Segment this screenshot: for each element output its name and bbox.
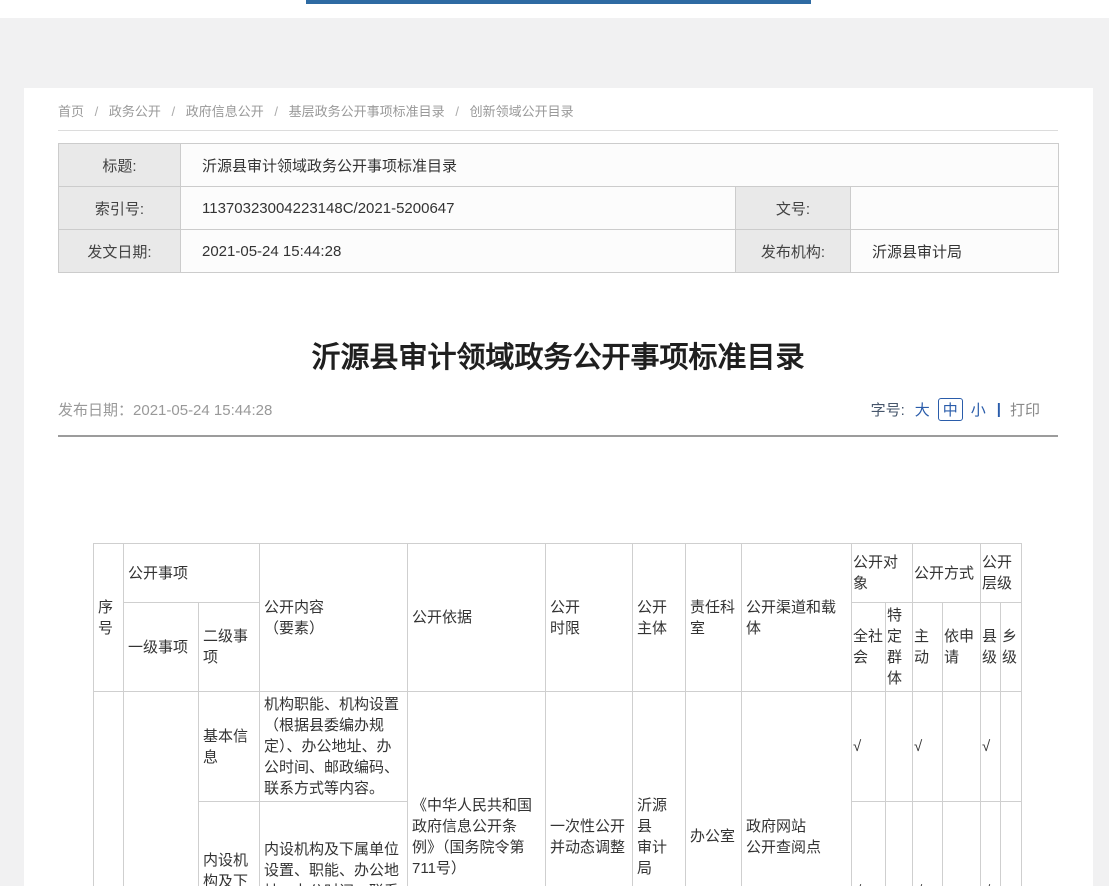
- doc-title-label: 标题:: [59, 144, 181, 187]
- page-title: 沂源县审计领域政务公开事项标准目录: [58, 340, 1058, 376]
- font-size-large-button[interactable]: 大: [915, 399, 930, 420]
- document-info-table: 标题: 沂源县审计领域政务公开事项标准目录 索引号: 1137032300422…: [58, 143, 1059, 273]
- check-cell-specific: [886, 692, 913, 802]
- check-cell-all: √: [852, 692, 886, 802]
- doc-index-value: 11370323004223148C/2021-5200647: [181, 187, 736, 230]
- cell-basis: 《中华人民共和国 政府信息公开条 例》（国务院令第 711号）: [408, 692, 546, 886]
- breadcrumb: 首页 / 政务公开 / 政府信息公开 / 基层政务公开事项标准目录 / 创新领域…: [58, 101, 1058, 120]
- doc-number-value: [851, 187, 1059, 230]
- check-cell-active: √: [913, 802, 943, 886]
- title-divider: [58, 435, 1058, 437]
- breadcrumb-separator: /: [274, 104, 278, 119]
- breadcrumb-zhengwugongkai[interactable]: 政务公开: [109, 104, 161, 119]
- font-size-label: 字号:: [871, 399, 905, 420]
- header-row-1: 序号 公开事项 公开内容 （要素） 公开依据 公开 时限 公开 主体 责任科室 …: [94, 544, 1022, 603]
- doc-info-row-index: 索引号: 11370323004223148C/2021-5200647 文号:: [59, 187, 1059, 230]
- cell-matter-l2: 基本信息: [199, 692, 260, 802]
- publish-date: 发布日期：2021-05-24 15:44:28: [58, 399, 272, 420]
- th-level: 公开层级: [981, 544, 1022, 603]
- th-target-specific: 特定群体: [886, 603, 913, 692]
- doc-info-row-date: 发文日期: 2021-05-24 15:44:28 发布机构: 沂源县审计局: [59, 230, 1059, 273]
- th-matter-l2: 二级事项: [199, 603, 260, 692]
- th-matter-l1: 一级事项: [124, 603, 199, 692]
- check-cell-request: [943, 802, 981, 886]
- breadcrumb-divider: [58, 130, 1058, 131]
- th-target: 公开对象: [852, 544, 913, 603]
- check-cell-town: [1001, 802, 1022, 886]
- doc-issue-date-value: 2021-05-24 15:44:28: [181, 230, 736, 273]
- doc-info-row-title: 标题: 沂源县审计领域政务公开事项标准目录: [59, 144, 1059, 187]
- print-button[interactable]: 打印: [1010, 399, 1040, 420]
- th-target-all: 全社会: [852, 603, 886, 692]
- check-cell-county: √: [981, 692, 1001, 802]
- cell-content: 内设机构及下属单位设置、职能、办公地址、办公时间、联系方式、负责人姓名等信息。: [260, 802, 408, 886]
- font-size-medium-button[interactable]: 中: [938, 398, 963, 421]
- th-method-active: 主动: [913, 603, 943, 692]
- publish-date-value: 2021-05-24 15:44:28: [133, 402, 272, 419]
- th-basis: 公开依据: [408, 544, 546, 692]
- catalog-table-wrap: 序号 公开事项 公开内容 （要素） 公开依据 公开 时限 公开 主体 责任科室 …: [93, 543, 1022, 886]
- breadcrumb-standard-catalog[interactable]: 基层政务公开事项标准目录: [289, 104, 445, 119]
- cell-department: 办公室: [686, 692, 742, 886]
- breadcrumb-innovation-catalog[interactable]: 创新领域公开目录: [470, 104, 574, 119]
- th-matter: 公开事项: [124, 544, 260, 603]
- doc-index-label: 索引号:: [59, 187, 181, 230]
- cell-time-limit: 一次性公开 并动态调整: [546, 692, 633, 886]
- th-content: 公开内容 （要素）: [260, 544, 408, 692]
- cell-seq: [94, 692, 124, 886]
- th-subject: 公开 主体: [633, 544, 686, 692]
- check-cell-county: √: [981, 802, 1001, 886]
- th-time-limit: 公开 时限: [546, 544, 633, 692]
- cell-content: 机构职能、机构设置（根据县委编办规定）、办公地址、办公时间、邮政编码、联系方式等…: [260, 692, 408, 802]
- th-seq: 序号: [94, 544, 124, 692]
- catalog-table: 序号 公开事项 公开内容 （要素） 公开依据 公开 时限 公开 主体 责任科室 …: [93, 543, 1022, 886]
- doc-title-value: 沂源县审计领域政务公开事项标准目录: [181, 144, 1059, 187]
- breadcrumb-separator: /: [455, 104, 459, 119]
- page: 首页 / 政务公开 / 政府信息公开 / 基层政务公开事项标准目录 / 创新领域…: [0, 0, 1109, 886]
- check-cell-request: [943, 692, 981, 802]
- cell-channel: 政府网站 公开查阅点: [742, 692, 852, 886]
- doc-issue-date-label: 发文日期:: [59, 230, 181, 273]
- check-cell-town: [1001, 692, 1022, 802]
- th-method: 公开方式: [913, 544, 981, 603]
- check-cell-all: √: [852, 802, 886, 886]
- breadcrumb-separator: /: [95, 104, 99, 119]
- breadcrumb-separator: /: [172, 104, 176, 119]
- th-channel: 公开渠道和载体: [742, 544, 852, 692]
- th-level-town: 乡级: [1001, 603, 1022, 692]
- cell-subject: 沂源县 审计局: [633, 692, 686, 886]
- publish-date-label: 发布日期：: [58, 402, 133, 419]
- content-card: 首页 / 政务公开 / 政府信息公开 / 基层政务公开事项标准目录 / 创新领域…: [24, 88, 1093, 886]
- check-cell-active: √: [913, 692, 943, 802]
- breadcrumb-government-info[interactable]: 政府信息公开: [186, 104, 264, 119]
- tools-divider: |: [997, 401, 1001, 418]
- font-size-tools: 字号: 大 中 小 | 打印: [871, 398, 1058, 421]
- top-nav-accent-bar: [306, 0, 811, 4]
- check-cell-specific: [886, 802, 913, 886]
- cell-matter-l1: [124, 692, 199, 886]
- publish-row: 发布日期：2021-05-24 15:44:28 字号: 大 中 小 | 打印: [58, 396, 1058, 422]
- th-department: 责任科室: [686, 544, 742, 692]
- th-level-county: 县级: [981, 603, 1001, 692]
- document-info-table-wrap: 标题: 沂源县审计领域政务公开事项标准目录 索引号: 1137032300422…: [58, 143, 1058, 273]
- table-row: 基本信息 机构职能、机构设置（根据县委编办规定）、办公地址、办公时间、邮政编码、…: [94, 692, 1022, 802]
- doc-number-label: 文号:: [736, 187, 851, 230]
- doc-issuing-org-value: 沂源县审计局: [851, 230, 1059, 273]
- th-method-request: 依申请: [943, 603, 981, 692]
- font-size-small-button[interactable]: 小: [971, 399, 986, 420]
- cell-matter-l2: 内设机构及下属事业单位: [199, 802, 260, 886]
- breadcrumb-home[interactable]: 首页: [58, 104, 84, 119]
- doc-issuing-org-label: 发布机构:: [736, 230, 851, 273]
